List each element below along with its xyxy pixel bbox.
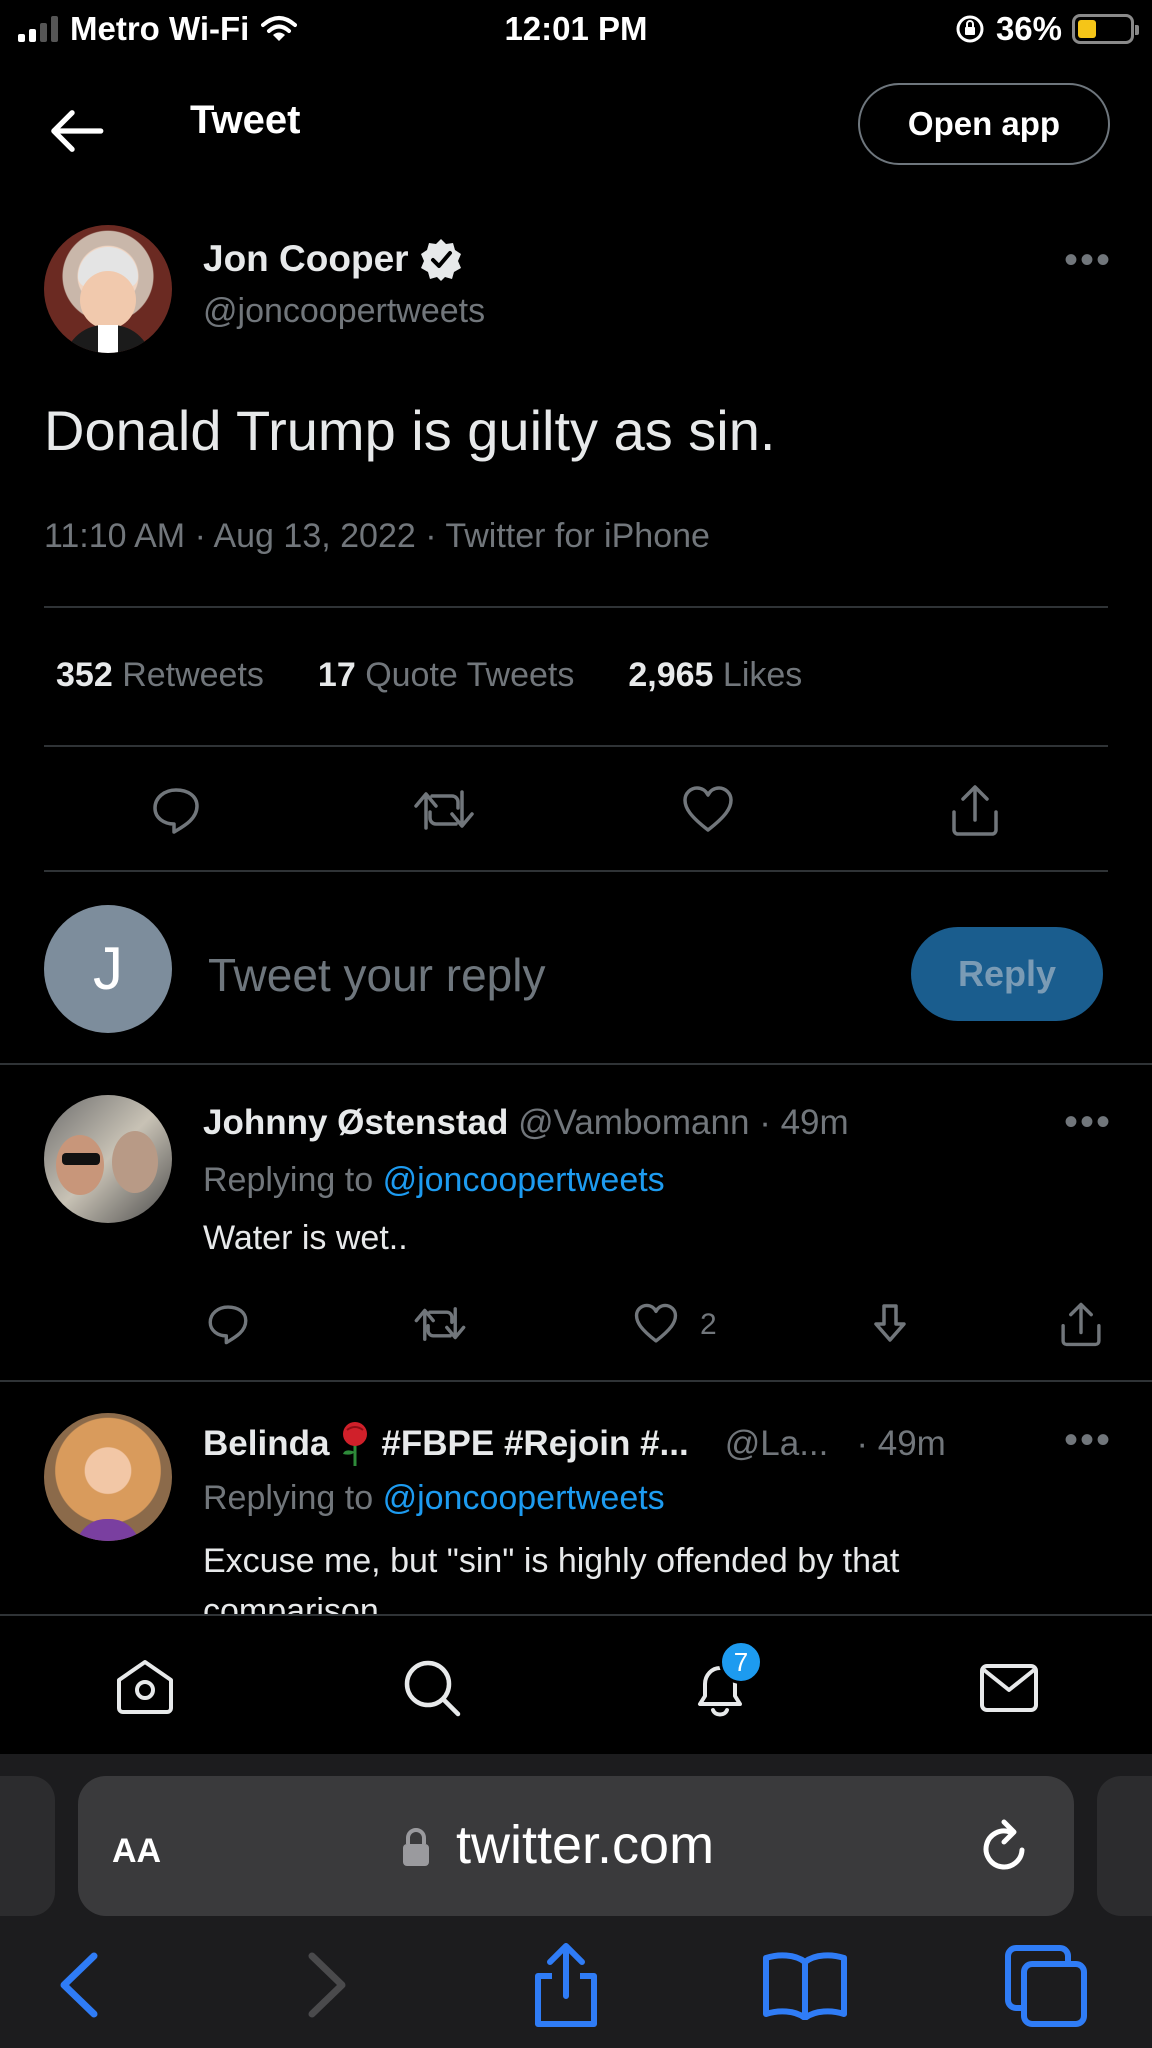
reply-icon[interactable] xyxy=(206,1302,250,1346)
reply-input[interactable]: Tweet your reply xyxy=(208,948,545,1002)
author-name-row: Jon Cooper xyxy=(203,237,463,281)
reply-time: · 49m xyxy=(759,1103,849,1142)
reply-avatar[interactable] xyxy=(44,1095,172,1223)
tweet-text: Donald Trump is guilty as sin. xyxy=(44,399,776,462)
text-size-label: AA xyxy=(112,1832,162,1870)
reply-actions: 2 xyxy=(0,1300,1152,1350)
share-icon[interactable] xyxy=(948,782,1002,838)
address-bar[interactable]: AA twitter.com xyxy=(78,1776,1074,1916)
notifications-badge: 7 xyxy=(719,1640,763,1684)
divider xyxy=(0,1380,1152,1382)
like-icon[interactable] xyxy=(634,1302,678,1346)
user-avatar[interactable]: J xyxy=(44,905,172,1033)
reply-text: Excuse me, but "sin" is highly offended … xyxy=(203,1542,900,1614)
replying-to-link[interactable]: @joncoopertweets xyxy=(383,1161,665,1199)
more-options-icon[interactable]: ••• xyxy=(1064,1102,1112,1142)
reload-icon[interactable] xyxy=(978,1818,1034,1876)
messages-icon[interactable] xyxy=(978,1662,1040,1714)
status-right: 36% xyxy=(954,10,1139,48)
author-avatar[interactable] xyxy=(44,225,172,353)
tweet-meta: 11:10 AM · Aug 13, 2022 · Twitter for iP… xyxy=(44,517,710,555)
lock-icon xyxy=(403,1828,429,1866)
reply-header: Belinda #FBPE #Rejoin #... @La... · 49m xyxy=(203,1420,946,1468)
reply-author-name[interactable]: Belinda xyxy=(203,1424,329,1464)
quotes-stat[interactable]: 17 Quote Tweets xyxy=(318,656,574,695)
reply-text: Water is wet.. xyxy=(203,1219,408,1257)
reply-button[interactable]: Reply xyxy=(911,927,1103,1021)
battery-percent: 36% xyxy=(995,10,1062,47)
reply-header: Johnny Østenstad @Vambomann · 49m xyxy=(203,1103,849,1143)
replying-to: Replying to @joncoopertweets xyxy=(203,1161,665,1200)
more-options-icon[interactable]: ••• xyxy=(1064,1420,1112,1460)
retweets-count: 352 xyxy=(56,656,113,694)
safari-toolbar: AA twitter.com xyxy=(0,1754,1152,2048)
quotes-count: 17 xyxy=(317,656,356,694)
replying-label: Replying to xyxy=(203,1479,374,1517)
forward-icon[interactable] xyxy=(304,1950,350,2020)
reply-time: · 49m xyxy=(856,1424,946,1463)
rotation-lock-icon xyxy=(956,15,984,43)
like-icon[interactable] xyxy=(682,784,734,836)
tabs-icon[interactable] xyxy=(1004,1944,1088,2028)
replying-label: Replying to xyxy=(203,1161,374,1199)
author-handle[interactable]: @joncoopertweets xyxy=(203,292,485,331)
downvote-icon[interactable] xyxy=(868,1302,912,1346)
quotes-label: Quote Tweets xyxy=(365,656,575,694)
divider xyxy=(0,1063,1152,1065)
likes-count: 2,965 xyxy=(628,656,714,694)
bottom-tab-bar: 7 xyxy=(0,1616,1152,1754)
likes-label: Likes xyxy=(722,656,803,694)
retweet-icon[interactable] xyxy=(414,784,474,836)
reply-icon[interactable] xyxy=(150,784,202,836)
next-tab-preview[interactable] xyxy=(1097,1776,1152,1916)
page-title: Tweet xyxy=(190,98,301,142)
tweet-stats: 352 Retweets 17 Quote Tweets 2,965 Likes xyxy=(56,656,802,695)
retweets-stat[interactable]: 352 Retweets xyxy=(56,656,264,695)
retweets-label: Retweets xyxy=(122,656,264,694)
reply-author-handle[interactable]: @La... xyxy=(725,1424,829,1464)
like-count: 2 xyxy=(700,1308,717,1341)
retweet-icon[interactable] xyxy=(414,1302,466,1346)
share-icon[interactable] xyxy=(1058,1300,1104,1348)
bookmarks-icon[interactable] xyxy=(762,1950,848,2020)
home-icon[interactable] xyxy=(114,1658,176,1716)
replying-to-link[interactable]: @joncoopertweets xyxy=(383,1479,665,1517)
back-icon[interactable] xyxy=(56,1950,102,2020)
reply-author-name[interactable]: Johnny Østenstad xyxy=(203,1103,508,1142)
divider xyxy=(44,870,1108,872)
reply-author-name-suffix[interactable]: #FBPE #Rejoin #... xyxy=(381,1424,688,1464)
divider xyxy=(44,606,1108,608)
back-arrow-icon[interactable] xyxy=(46,106,106,156)
likes-stat[interactable]: 2,965 Likes xyxy=(628,656,802,695)
reply-avatar[interactable] xyxy=(44,1413,172,1541)
rose-icon xyxy=(343,1422,368,1466)
tweet-actions xyxy=(0,780,1152,840)
verified-badge-icon xyxy=(420,239,461,281)
url-text[interactable]: twitter.com xyxy=(456,1814,714,1876)
author-name[interactable]: Jon Cooper xyxy=(203,238,409,280)
more-options-icon[interactable]: ••• xyxy=(1064,240,1112,280)
reply-author-handle[interactable]: @Vambomann xyxy=(518,1103,749,1142)
status-bar: Metro Wi-Fi 12:01 PM 36% xyxy=(0,0,1152,60)
replying-to: Replying to @joncoopertweets xyxy=(203,1479,665,1518)
divider xyxy=(44,745,1108,747)
open-app-button[interactable]: Open app xyxy=(858,83,1110,165)
prev-tab-preview[interactable] xyxy=(0,1776,55,1916)
text-size-button[interactable]: AA xyxy=(112,1816,161,1874)
share-sheet-icon[interactable] xyxy=(528,1940,604,2030)
search-icon[interactable] xyxy=(402,1658,462,1718)
battery-icon xyxy=(1072,14,1139,44)
